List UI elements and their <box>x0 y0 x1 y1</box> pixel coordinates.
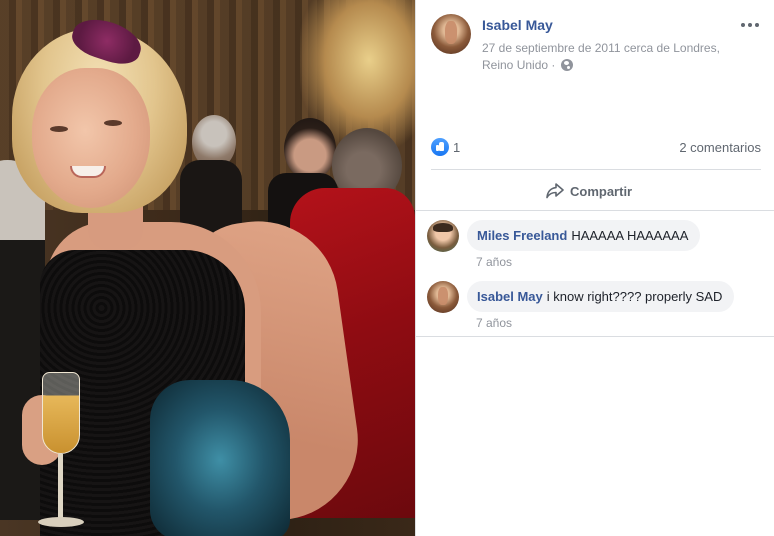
comment-time[interactable]: 7 años <box>476 316 512 330</box>
comment-text: HAAAAA HAAAAAA <box>571 228 689 243</box>
commenter-avatar[interactable] <box>427 281 459 313</box>
share-label: Compartir <box>570 183 633 199</box>
post-photo[interactable] <box>0 0 415 536</box>
comment-text: i know right???? properly SAD <box>546 289 723 304</box>
comment-count[interactable]: 2 comentarios <box>679 140 761 155</box>
comment-time[interactable]: 7 años <box>476 255 512 269</box>
post-header: Isabel May 27 de septiembre de 2011 cerc… <box>431 14 761 76</box>
reactions-bar: 1 2 comentarios <box>431 137 761 159</box>
comment-item: Isabel May i know right???? properly SAD… <box>427 281 767 337</box>
more-options-icon[interactable] <box>739 18 761 32</box>
like-count[interactable]: 1 <box>453 140 460 155</box>
comment-bubble: Isabel May i know right???? properly SAD <box>467 281 735 312</box>
author-name[interactable]: Isabel May <box>482 17 553 33</box>
commenter-avatar[interactable] <box>427 220 459 252</box>
comment-item: Miles Freeland HAAAAA HAAAAAA 7 años <box>427 220 767 276</box>
divider <box>431 169 761 170</box>
share-button[interactable]: Compartir <box>546 180 632 202</box>
photo-subject <box>0 0 369 536</box>
post-meta: 27 de septiembre de 2011 cerca de Londre… <box>482 40 737 74</box>
globe-icon[interactable] <box>560 59 573 71</box>
author-avatar[interactable] <box>431 14 471 54</box>
commenter-name[interactable]: Miles Freeland <box>477 228 567 243</box>
comments-section: Miles Freeland HAAAAA HAAAAAA 7 años Isa… <box>416 210 774 337</box>
post-date-location[interactable]: 27 de septiembre de 2011 cerca de Londre… <box>482 41 720 72</box>
like-reaction-icon[interactable] <box>431 138 449 156</box>
commenter-name[interactable]: Isabel May <box>477 289 543 304</box>
post-panel: Isabel May 27 de septiembre de 2011 cerc… <box>415 0 774 536</box>
share-icon <box>546 183 564 199</box>
champagne-glass <box>38 372 84 532</box>
comment-bubble: Miles Freeland HAAAAA HAAAAAA <box>467 220 701 251</box>
